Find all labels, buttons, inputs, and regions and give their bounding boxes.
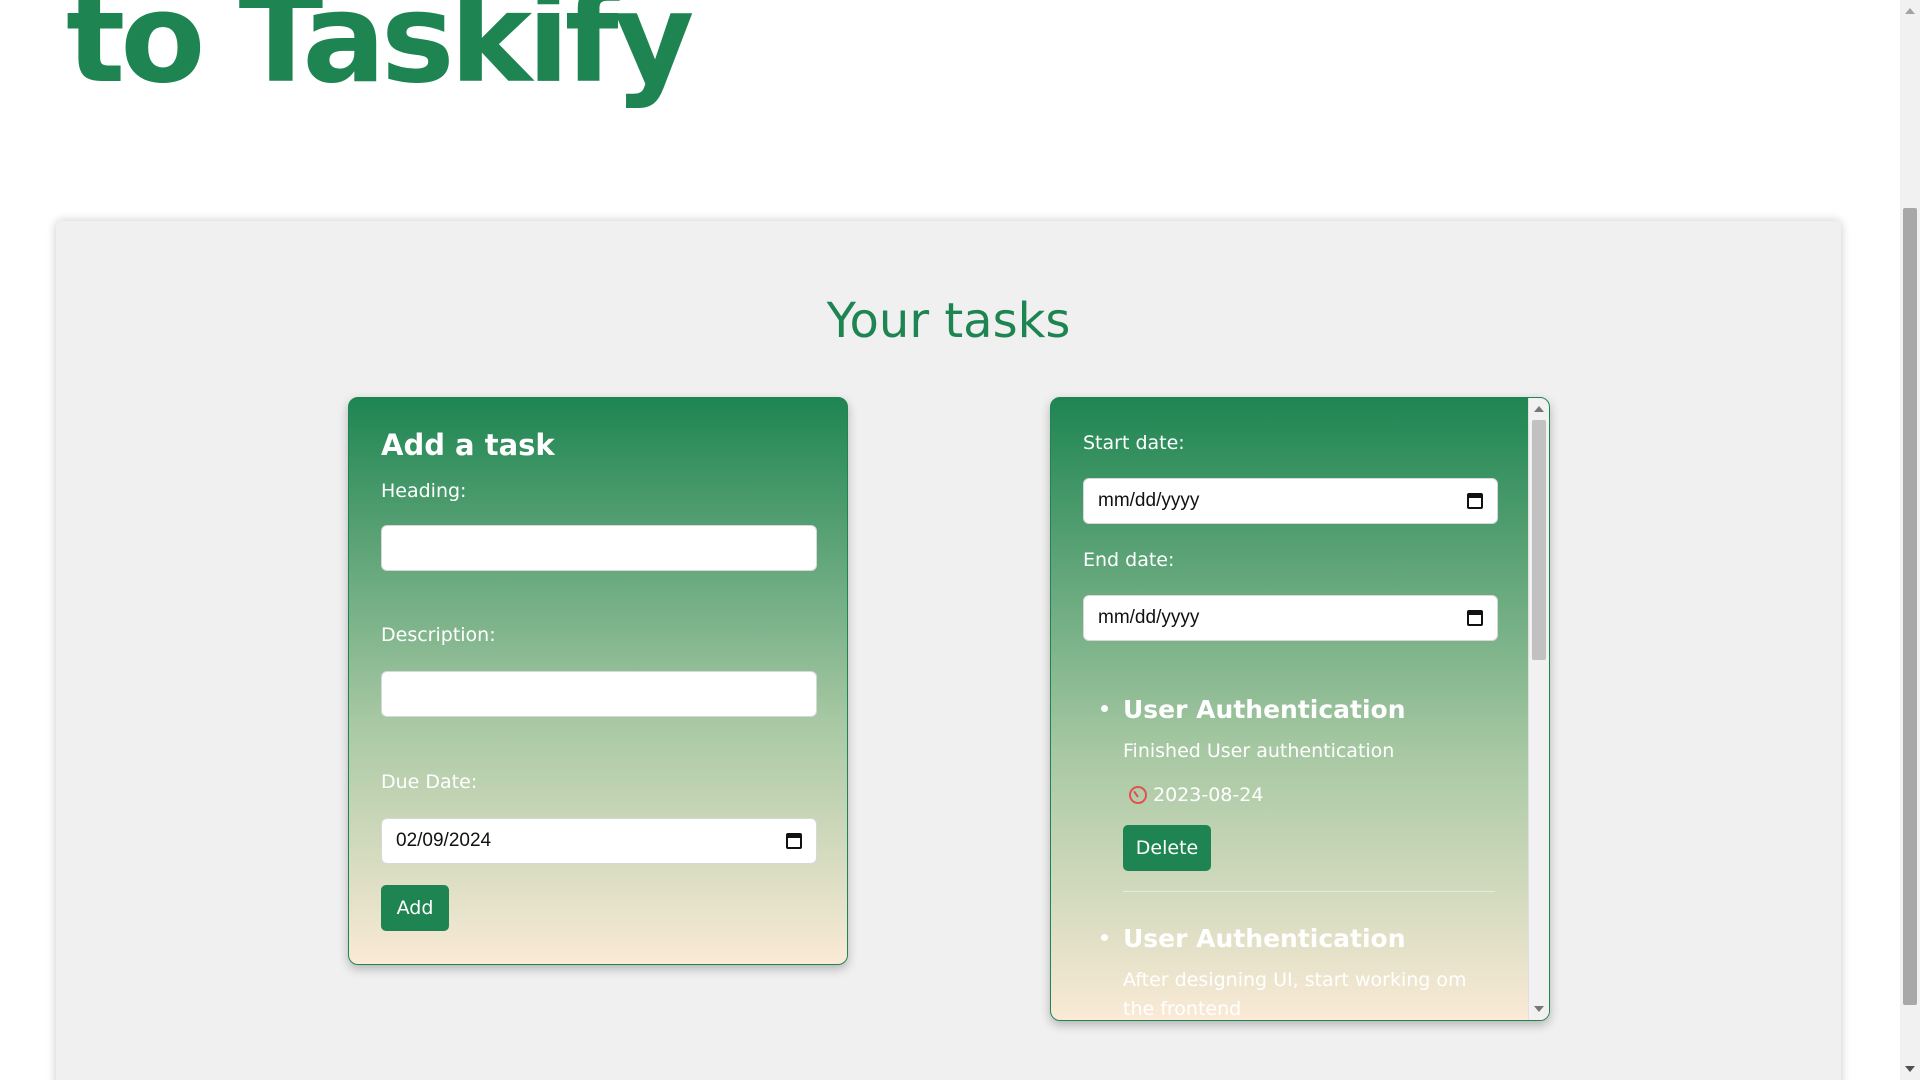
due-date-input[interactable]: 02/09/2024 [381,818,817,864]
tasks-section: Your tasks Add a task Heading: Descripti… [56,221,1841,1080]
calendar-icon[interactable] [1467,493,1483,509]
page-scroll-up-arrow-icon[interactable] [1905,8,1915,14]
heading-label: Heading: [381,480,467,502]
delete-button[interactable]: Delete [1123,825,1211,871]
task-date: 2023-08-24 [1153,784,1264,806]
description-label: Description: [381,624,496,646]
page-scroll-thumb[interactable] [1903,208,1917,1005]
task-list-scroll-area[interactable]: Start date: mm/dd/yyyy End date: mm/dd/y… [1051,398,1529,1020]
start-date-input[interactable]: mm/dd/yyyy [1083,478,1498,524]
scroll-thumb[interactable] [1532,420,1546,660]
section-title: Your tasks [826,293,1071,349]
end-date-input[interactable]: mm/dd/yyyy [1083,595,1498,641]
task-title: User Authentication [1123,924,1406,953]
add-task-heading: Add a task [381,428,555,462]
page-scroll-down-arrow-icon[interactable] [1905,1066,1915,1072]
task-list-scrollbar[interactable] [1528,398,1549,1020]
end-date-label: End date: [1083,549,1175,571]
task-divider [1123,891,1495,892]
timer-icon [1129,786,1147,804]
task-date-row: 2023-08-24 [1123,784,1263,806]
task-description: After designing UI, start working om the… [1123,969,1467,1020]
scroll-up-arrow-icon[interactable] [1534,406,1544,412]
hero-title: to Taskify [66,0,694,111]
due-date-value: 02/09/2024 [396,830,492,851]
start-date-value: mm/dd/yyyy [1098,490,1200,511]
scroll-down-arrow-icon[interactable] [1534,1006,1544,1012]
page: to Taskify Your tasks Add a task Heading… [0,0,1900,1080]
bullet [1101,934,1108,941]
calendar-icon[interactable] [786,833,802,849]
add-button[interactable]: Add [381,885,449,931]
bullet [1101,705,1108,712]
heading-input[interactable] [381,525,817,571]
task-list-card: Start date: mm/dd/yyyy End date: mm/dd/y… [1050,397,1550,1021]
task-description: Finished User authentication [1123,740,1395,762]
add-task-card: Add a task Heading: Description: Due Dat… [348,397,848,965]
end-date-value: mm/dd/yyyy [1098,607,1200,628]
due-date-label: Due Date: [381,771,478,793]
task-item: User Authentication After designing UI, … [1083,924,1493,1020]
task-title: User Authentication [1123,695,1406,724]
description-input[interactable] [381,671,817,717]
page-scrollbar[interactable] [1900,0,1920,1080]
calendar-icon[interactable] [1467,610,1483,626]
task-item: User Authentication Finished User authen… [1083,695,1495,905]
start-date-label: Start date: [1083,432,1185,454]
